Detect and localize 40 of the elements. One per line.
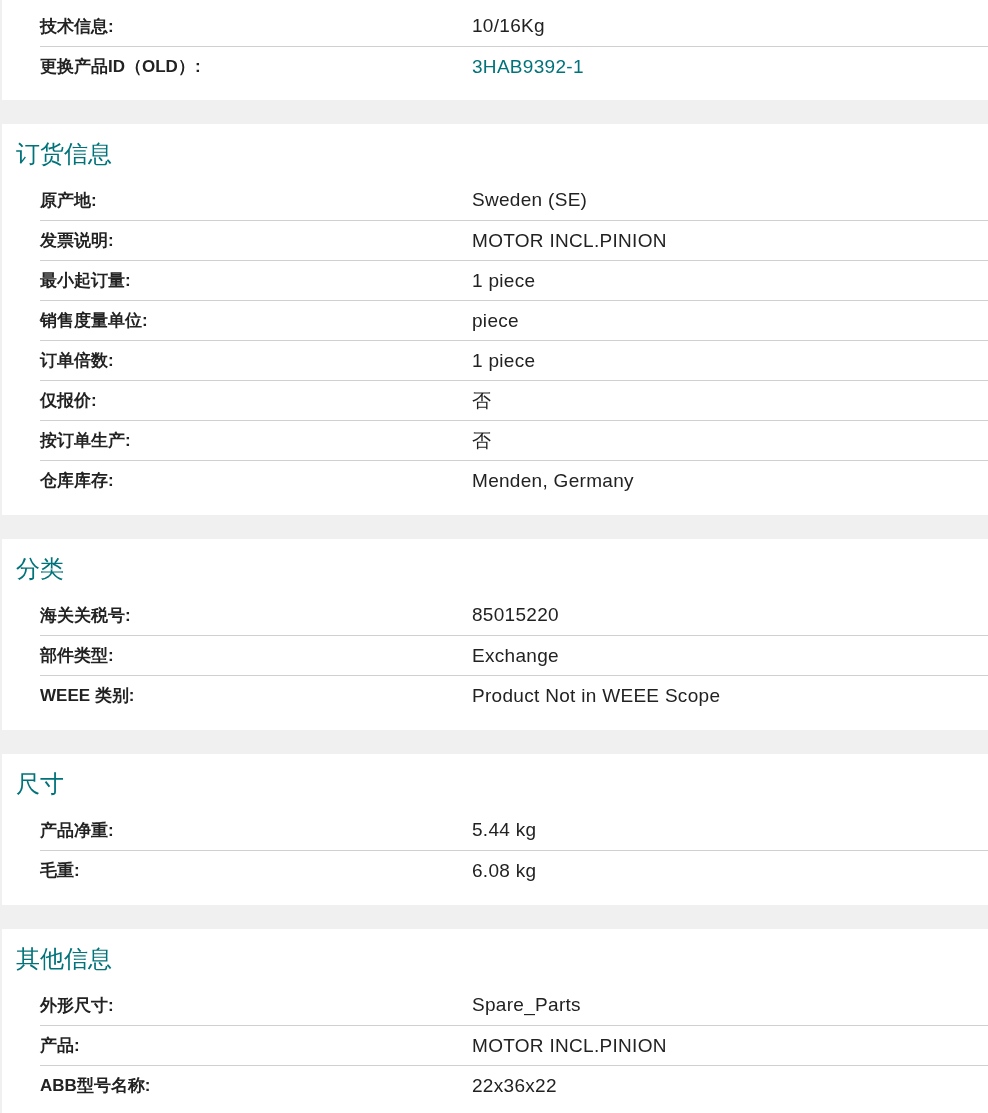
section-title: 其他信息 <box>15 944 113 974</box>
field-value: Spare_Parts <box>472 994 581 1015</box>
field-label: 外形尺寸: <box>40 994 115 1017</box>
field-value: 10/16Kg <box>472 15 545 36</box>
field-value: 85015220 <box>472 604 559 625</box>
field-label: 更换产品ID（OLD）: <box>40 56 202 78</box>
field-label: 仓库库存: <box>40 470 115 492</box>
field-value: 否 <box>472 389 492 411</box>
field-value: 1 piece <box>472 269 536 291</box>
section-title: 分类 <box>15 554 65 584</box>
field-label: 原产地: <box>40 189 98 212</box>
field-value: Menden, Germany <box>472 469 634 491</box>
field-label: 产品净重: <box>40 819 115 842</box>
field-label: 技术信息: <box>40 15 115 38</box>
field-label: 发票说明: <box>40 230 115 252</box>
field-label: 海关关税号: <box>40 604 132 627</box>
field-label: WEEE 类别: <box>40 685 136 707</box>
field-label: 最小起订量: <box>40 270 132 292</box>
section-title: 订货信息 <box>15 139 113 169</box>
field-label: 按订单生产: <box>40 430 132 452</box>
field-value: 否 <box>472 429 492 451</box>
field-label: 订单倍数: <box>40 350 115 372</box>
field-value: piece <box>472 309 519 331</box>
field-value: Exchange <box>472 644 559 666</box>
field-value: Product Not in WEEE Scope <box>472 684 721 706</box>
field-value: 6.08 kg <box>472 859 537 881</box>
field-label: 产品: <box>40 1035 81 1057</box>
field-value: 5.44 kg <box>472 819 537 840</box>
field-value: MOTOR INCL.PINION <box>472 229 667 251</box>
field-value: Sweden (SE) <box>472 189 588 210</box>
section-title: 尺寸 <box>15 769 65 799</box>
field-label: 仅报价: <box>40 390 98 412</box>
field-label: 部件类型: <box>40 645 115 667</box>
field-value: 1 piece <box>472 349 536 371</box>
field-value: MOTOR INCL.PINION <box>472 1034 667 1056</box>
field-label: 销售度量单位: <box>40 310 149 332</box>
value-link[interactable]: 3HAB9392-1 <box>472 55 584 77</box>
field-label: 毛重: <box>40 860 81 882</box>
field-value: 22x36x22 <box>472 1074 557 1096</box>
field-label: ABB型号名称: <box>40 1075 152 1097</box>
